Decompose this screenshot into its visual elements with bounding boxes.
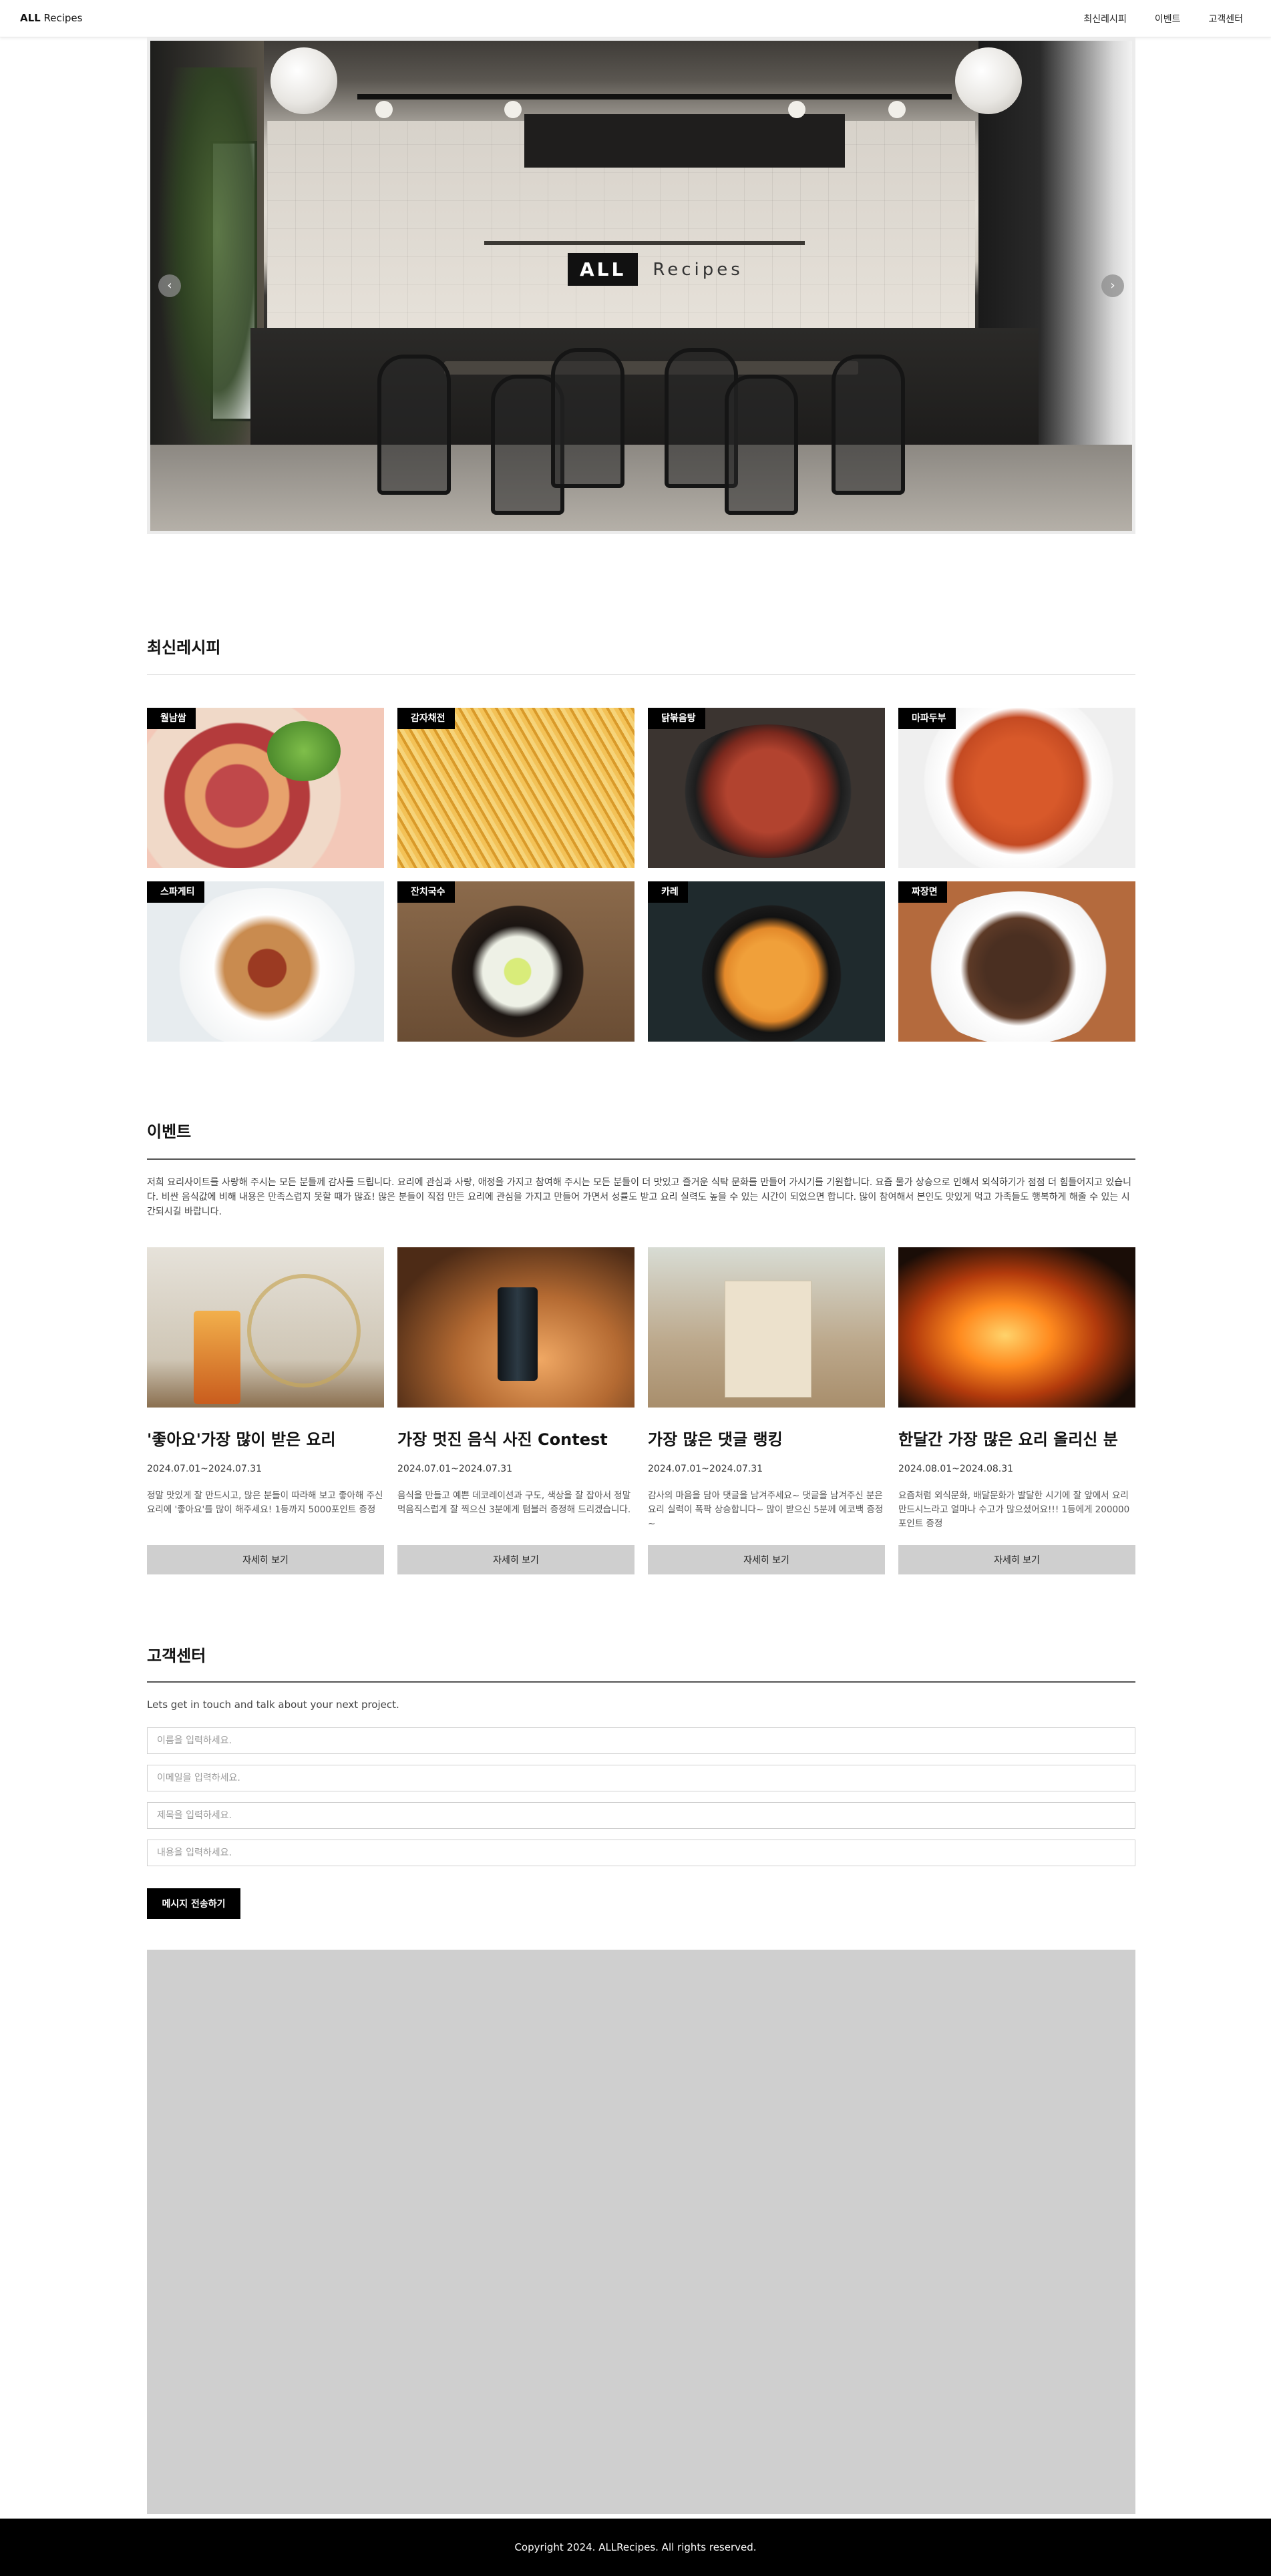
event-image-drink bbox=[147, 1247, 384, 1408]
map-placeholder[interactable] bbox=[147, 1950, 1135, 2514]
event-card: 가장 많은 댓글 랭킹 2024.07.01~2024.07.31 감사의 마음… bbox=[648, 1247, 885, 1574]
nav-link-events[interactable]: 이벤트 bbox=[1155, 12, 1181, 25]
nav-links: 최신레시피 이벤트 고객센터 bbox=[1083, 12, 1271, 25]
event-title: 한달간 가장 많은 요리 올리신 분 bbox=[898, 1430, 1118, 1449]
brand-logo-text: Recipes bbox=[40, 12, 83, 24]
subject-field[interactable] bbox=[147, 1802, 1135, 1829]
recipe-image-spring-roll bbox=[147, 708, 384, 868]
chevron-left-icon: ‹ bbox=[167, 278, 172, 292]
carousel-prev-button[interactable]: ‹ bbox=[158, 274, 181, 297]
hero-logo-text: Recipes bbox=[653, 259, 743, 280]
recipe-label: 마파두부 bbox=[898, 708, 956, 729]
section-title-customer-center: 고객센터 bbox=[147, 1647, 206, 1665]
recipe-label: 카레 bbox=[648, 881, 688, 903]
name-field[interactable] bbox=[147, 1727, 1135, 1754]
recipe-grid: 월남쌈 감자채전 닭볶음탕 마파두부 스파게티 잔치국수 카레 짜장면 bbox=[147, 708, 1135, 1042]
section-divider bbox=[147, 1681, 1135, 1683]
recipe-label: 스파게티 bbox=[147, 881, 204, 903]
hero-carousel: ALL Recipes ‹ › bbox=[147, 37, 1135, 534]
events-description: 저희 요리사이트를 사랑해 주시는 모든 분들께 감사를 드립니다. 요리에 관… bbox=[147, 1177, 1131, 1217]
recipe-card[interactable]: 스파게티 bbox=[147, 881, 384, 1042]
event-details-button[interactable]: 자세히 보기 bbox=[397, 1545, 634, 1574]
chevron-right-icon: › bbox=[1110, 278, 1115, 292]
recipe-card[interactable]: 카레 bbox=[648, 881, 885, 1042]
event-title: 가장 많은 댓글 랭킹 bbox=[648, 1430, 783, 1449]
contact-section: 고객센터 Lets get in touch and talk about yo… bbox=[147, 1643, 1135, 1923]
event-card: 한달간 가장 많은 요리 올리신 분 2024.08.01~2024.08.31… bbox=[898, 1247, 1135, 1574]
event-date: 2024.07.01~2024.07.31 bbox=[397, 1464, 513, 1474]
event-image-eco-bag bbox=[648, 1247, 885, 1408]
event-image-tumbler bbox=[397, 1247, 634, 1408]
section-title-events: 이벤트 bbox=[147, 1122, 192, 1141]
nav-link-customer-center[interactable]: 고객센터 bbox=[1208, 12, 1243, 25]
recipe-card[interactable]: 짜장면 bbox=[898, 881, 1135, 1042]
event-body: 감사의 마음을 담아 댓글을 남겨주세요~ 댓글을 남겨주신 분은 요리 실력이… bbox=[648, 1490, 884, 1529]
event-body: 요즘처럼 외식문화, 배달문화가 발달한 시기에 잘 앞에서 요리 만드시느라고… bbox=[898, 1490, 1130, 1529]
hero-kitchen-image bbox=[150, 41, 1132, 531]
events-section: 이벤트 저희 요리사이트를 사랑해 주시는 모든 분들께 감사를 드립니다. 요… bbox=[147, 1118, 1135, 1586]
recipe-card[interactable]: 감자채전 bbox=[397, 708, 634, 868]
latest-recipes-section: 최신레시피 월남쌈 감자채전 닭볶음탕 마파두부 스파게티 잔치국수 카레 짜장… bbox=[147, 634, 1135, 1048]
email-field[interactable] bbox=[147, 1765, 1135, 1791]
recipe-image-potato-pancake bbox=[397, 708, 634, 868]
recipe-label: 잔치국수 bbox=[397, 881, 455, 903]
brand-logo-bold: ALL bbox=[20, 12, 41, 24]
event-date: 2024.07.01~2024.07.31 bbox=[648, 1464, 763, 1474]
hero-logo-box: ALL bbox=[568, 253, 639, 286]
event-details-button[interactable]: 자세히 보기 bbox=[648, 1545, 885, 1574]
event-details-button[interactable]: 자세히 보기 bbox=[898, 1545, 1135, 1574]
recipe-card[interactable]: 잔치국수 bbox=[397, 881, 634, 1042]
event-body: 정말 맛있게 잘 만드시고, 많은 분들이 따라해 보고 좋아해 주신 요리에 … bbox=[147, 1490, 383, 1515]
event-card-grid: '좋아요'가장 많이 받은 요리 2024.07.01~2024.07.31 정… bbox=[147, 1247, 1135, 1574]
event-details-button[interactable]: 자세히 보기 bbox=[147, 1545, 384, 1574]
event-image-flame-cooking bbox=[898, 1247, 1135, 1408]
send-message-button[interactable]: 메시지 전송하기 bbox=[147, 1888, 240, 1919]
recipe-label: 닭볶음탕 bbox=[648, 708, 705, 729]
top-navigation-bar: ALL Recipes 최신레시피 이벤트 고객센터 bbox=[0, 0, 1271, 37]
recipe-card[interactable]: 마파두부 bbox=[898, 708, 1135, 868]
event-card: '좋아요'가장 많이 받은 요리 2024.07.01~2024.07.31 정… bbox=[147, 1247, 384, 1574]
contact-subtitle: Lets get in touch and talk about your ne… bbox=[147, 1699, 399, 1711]
section-divider bbox=[147, 1158, 1135, 1160]
brand-logo[interactable]: ALL Recipes bbox=[20, 12, 82, 24]
recipe-label: 감자채전 bbox=[397, 708, 455, 729]
recipe-card[interactable]: 월남쌈 bbox=[147, 708, 384, 868]
event-date: 2024.08.01~2024.08.31 bbox=[898, 1464, 1014, 1474]
event-title: 가장 멋진 음식 사진 Contest bbox=[397, 1430, 608, 1449]
event-card: 가장 멋진 음식 사진 Contest 2024.07.01~2024.07.3… bbox=[397, 1247, 634, 1574]
recipe-label: 짜장면 bbox=[898, 881, 947, 903]
section-divider bbox=[147, 674, 1135, 675]
carousel-next-button[interactable]: › bbox=[1101, 274, 1124, 297]
message-field[interactable] bbox=[147, 1840, 1135, 1866]
event-title: '좋아요'가장 많이 받은 요리 bbox=[147, 1430, 336, 1449]
event-body: 음식을 만들고 예쁜 데코레이션과 구도, 색상을 잘 잡아서 정말 먹음직스럽… bbox=[397, 1490, 631, 1515]
event-date: 2024.07.01~2024.07.31 bbox=[147, 1464, 262, 1474]
section-title-latest-recipes: 최신레시피 bbox=[147, 638, 221, 657]
hero-logo: ALL Recipes bbox=[568, 253, 743, 286]
recipe-label: 월남쌈 bbox=[147, 708, 196, 729]
footer: Copyright 2024. ALLRecipes. All rights r… bbox=[0, 2519, 1271, 2576]
nav-link-latest-recipes[interactable]: 최신레시피 bbox=[1083, 12, 1126, 25]
footer-copyright: Copyright 2024. ALLRecipes. All rights r… bbox=[514, 2541, 757, 2553]
recipe-card[interactable]: 닭볶음탕 bbox=[648, 708, 885, 868]
